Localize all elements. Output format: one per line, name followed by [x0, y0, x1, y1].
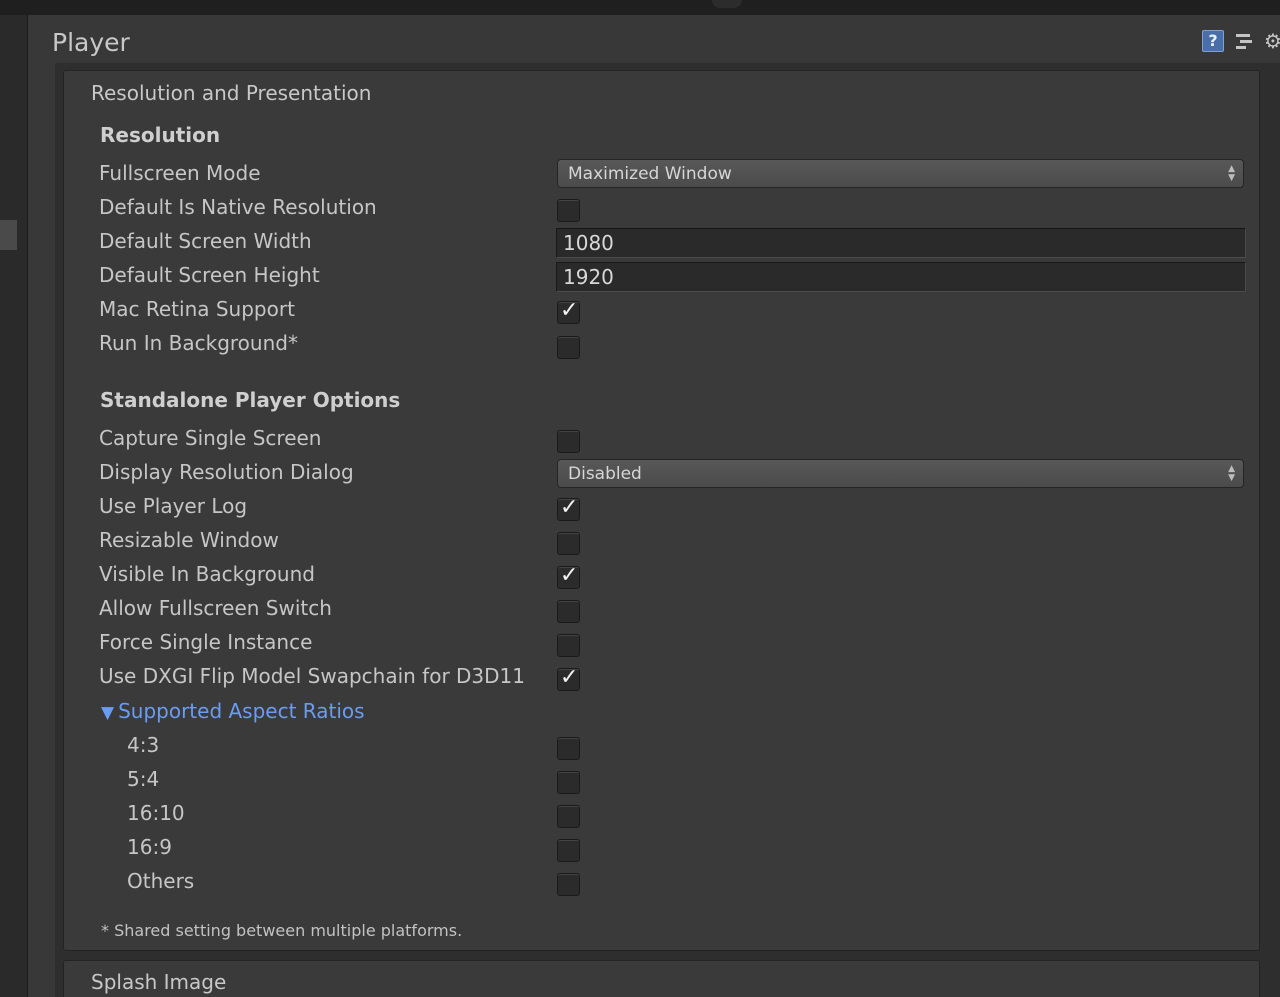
fullscreen-mode-value: Maximized Window	[568, 164, 732, 184]
inspector-title: Player	[52, 28, 130, 57]
mac-retina-checkbox[interactable]: ✓	[557, 298, 580, 324]
label-use-player-log: Use Player Log	[99, 494, 248, 518]
display-resolution-dialog-dropdown[interactable]: Disabled ▲ ▼	[557, 459, 1244, 488]
fullscreen-mode-dropdown[interactable]: Maximized Window ▲ ▼	[557, 159, 1244, 188]
label-resizable-window: Resizable Window	[99, 528, 279, 552]
aspect-4-3-checkbox[interactable]	[557, 737, 580, 760]
dropdown-arrows-icon: ▲ ▼	[1228, 164, 1235, 183]
label-aspect-others: Others	[127, 869, 195, 893]
use-player-log-checkbox[interactable]: ✓	[557, 495, 580, 521]
use-dxgi-flip-checkbox[interactable]: ✓	[557, 665, 580, 691]
label-mac-retina: Mac Retina Support	[99, 297, 295, 321]
label-default-screen-height: Default Screen Height	[99, 263, 320, 287]
header-icons: ? ⚙	[1202, 30, 1280, 52]
section-title-splash-image[interactable]: Splash Image	[91, 970, 226, 994]
section-title-resolution-presentation[interactable]: Resolution and Presentation	[91, 81, 371, 105]
group-title-resolution: Resolution	[100, 123, 221, 147]
group-title-standalone: Standalone Player Options	[100, 388, 401, 412]
default-is-native-checkbox[interactable]	[557, 199, 580, 222]
default-screen-height-field[interactable]: 1920	[556, 262, 1246, 292]
display-resolution-dialog-value: Disabled	[568, 464, 642, 484]
aspect-5-4-checkbox[interactable]	[557, 771, 580, 794]
checkmark-icon: ✓	[560, 665, 579, 690]
label-default-screen-width: Default Screen Width	[99, 229, 312, 253]
shared-setting-footnote: * Shared setting between multiple platfo…	[101, 921, 463, 940]
resizable-window-checkbox[interactable]	[557, 532, 580, 555]
inspector-window: Player ? ⚙ Resolution and Presentation R…	[0, 0, 1280, 997]
capture-single-screen-checkbox[interactable]	[557, 430, 580, 453]
left-panel-edge	[0, 15, 28, 997]
label-aspect-5-4: 5:4	[127, 767, 160, 791]
checkmark-icon: ✓	[560, 563, 579, 588]
label-force-single-instance: Force Single Instance	[99, 630, 313, 654]
top-toolbar	[0, 0, 1280, 15]
run-in-background-checkbox[interactable]	[557, 336, 580, 359]
label-capture-single-screen: Capture Single Screen	[99, 426, 322, 450]
label-visible-in-background: Visible In Background	[99, 562, 315, 586]
label-use-dxgi-flip: Use DXGI Flip Model Swapchain for D3D11	[99, 664, 526, 688]
label-default-is-native: Default Is Native Resolution	[99, 195, 377, 219]
toolbar-search-handle[interactable]	[712, 0, 742, 8]
aspect-others-checkbox[interactable]	[557, 873, 580, 896]
label-aspect-4-3: 4:3	[127, 733, 160, 757]
supported-aspect-ratios-foldout[interactable]: ▼ Supported Aspect Ratios	[101, 699, 365, 723]
presets-icon[interactable]	[1234, 30, 1254, 52]
label-allow-fullscreen-switch: Allow Fullscreen Switch	[99, 596, 332, 620]
supported-aspect-ratios-label: Supported Aspect Ratios	[118, 699, 365, 723]
dropdown-arrows-icon: ▲ ▼	[1228, 464, 1235, 483]
aspect-16-10-checkbox[interactable]	[557, 805, 580, 828]
checkmark-icon: ✓	[560, 298, 579, 323]
left-panel-tab[interactable]	[0, 220, 17, 250]
foldout-expanded-icon: ▼	[101, 703, 115, 723]
label-run-in-background: Run In Background*	[99, 331, 298, 355]
label-fullscreen-mode: Fullscreen Mode	[99, 161, 261, 185]
visible-in-background-checkbox[interactable]: ✓	[557, 563, 580, 589]
label-aspect-16-9: 16:9	[127, 835, 172, 859]
allow-fullscreen-switch-checkbox[interactable]	[557, 600, 580, 623]
aspect-16-9-checkbox[interactable]	[557, 839, 580, 862]
label-display-resolution-dialog: Display Resolution Dialog	[99, 460, 354, 484]
force-single-instance-checkbox[interactable]	[557, 634, 580, 657]
label-aspect-16-10: 16:10	[127, 801, 185, 825]
help-icon[interactable]: ?	[1202, 30, 1224, 52]
default-screen-width-field[interactable]: 1080	[556, 228, 1246, 258]
gear-icon[interactable]: ⚙	[1264, 30, 1280, 52]
splash-image-section: Splash Image	[63, 960, 1260, 997]
checkmark-icon: ✓	[560, 495, 579, 520]
